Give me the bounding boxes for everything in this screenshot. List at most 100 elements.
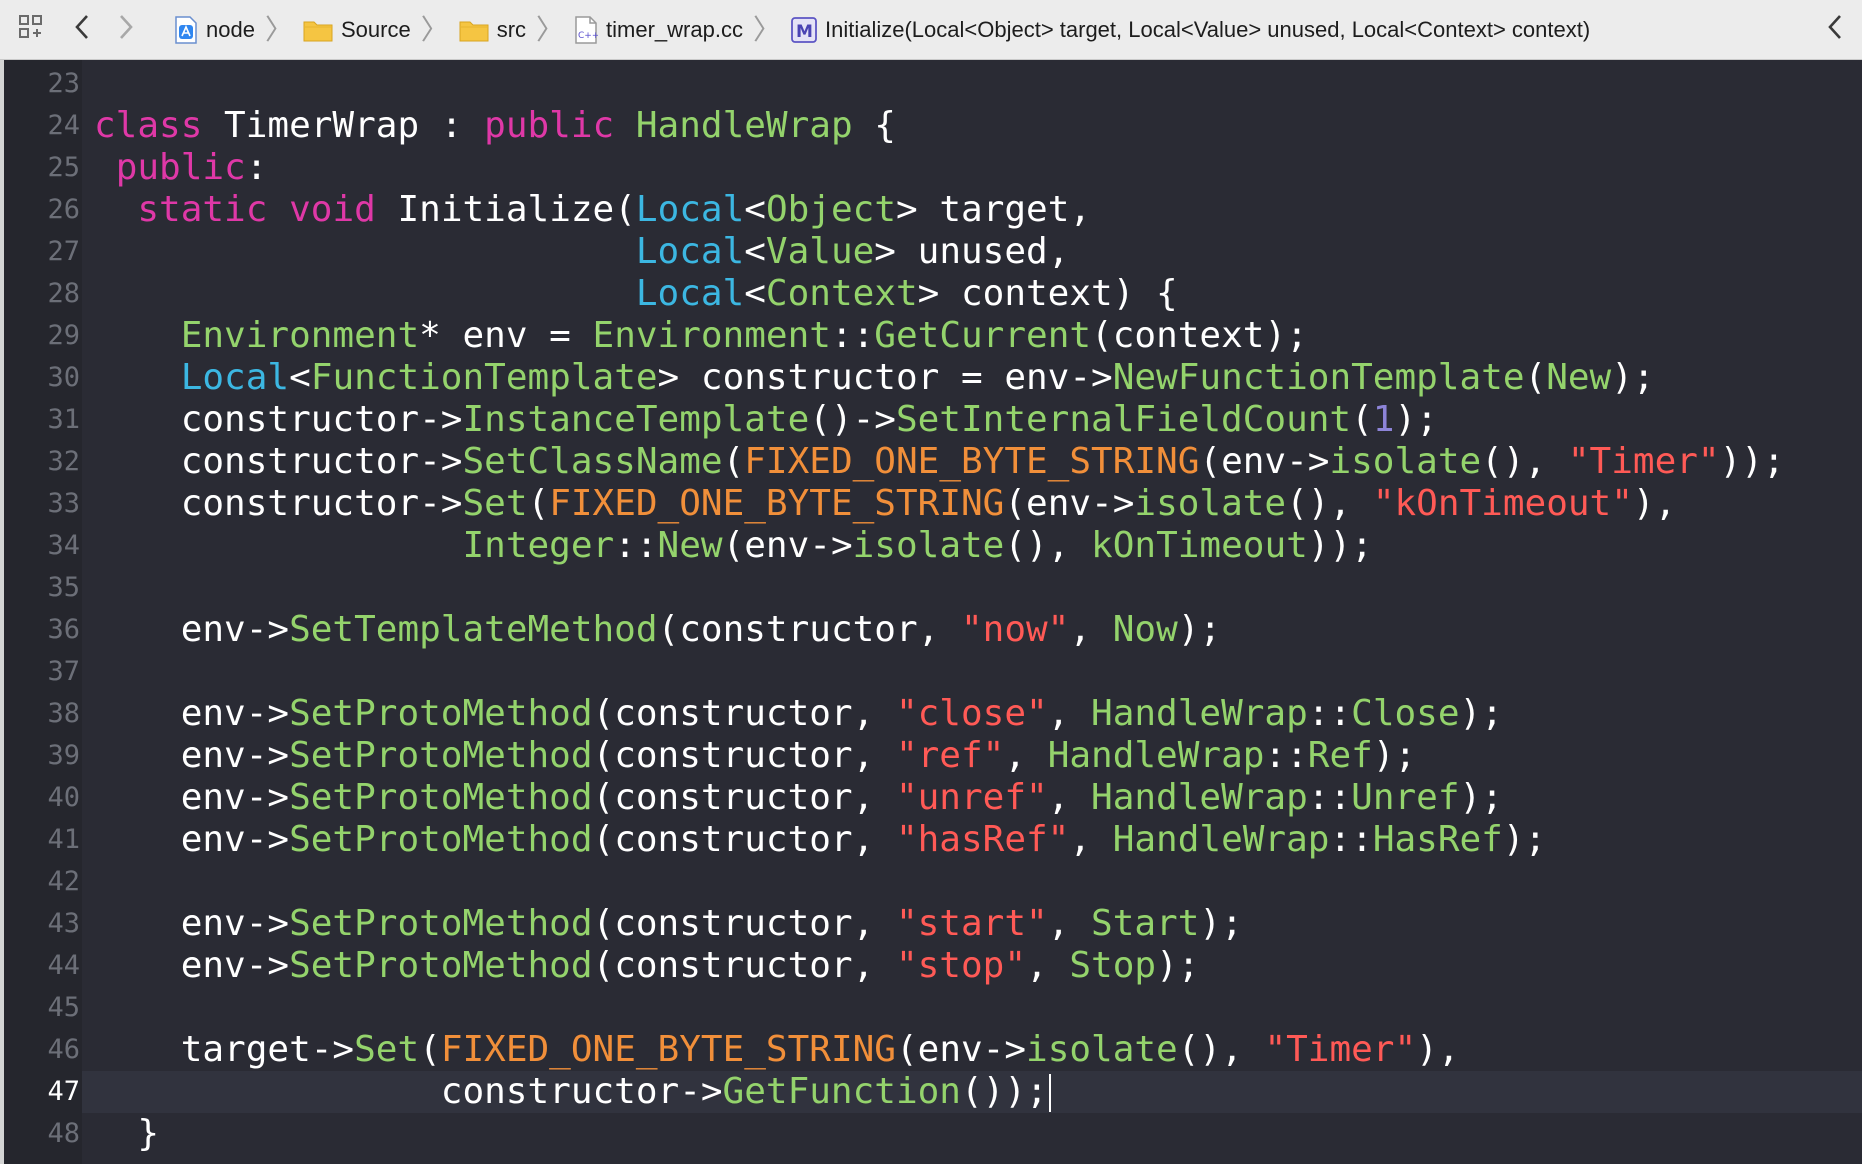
line-number[interactable]: 34 <box>4 525 80 567</box>
code-text: ( <box>1524 357 1547 398</box>
line-number[interactable]: 42 <box>4 861 80 903</box>
code-method: isolate <box>1134 483 1287 524</box>
code-builtin-type: Local <box>635 231 745 272</box>
code-line[interactable]: env->SetProtoMethod(constructor, "hasRef… <box>94 819 1547 861</box>
line-number[interactable]: 25 <box>4 147 80 189</box>
code-line[interactable]: env->SetTemplateMethod(constructor, "now… <box>94 609 1221 651</box>
code-text: (), <box>1004 525 1092 566</box>
code-line[interactable]: constructor->SetClassName(FIXED_ONE_BYTE… <box>94 441 1785 483</box>
code-text: :: <box>830 315 875 356</box>
code-line[interactable]: constructor->GetFunction()); <box>94 1071 1051 1113</box>
code-line[interactable]: } <box>94 1113 159 1155</box>
code-text: > context) { <box>917 273 1178 314</box>
code-line[interactable]: env->SetProtoMethod(constructor, "start"… <box>94 903 1243 945</box>
code-text: } <box>94 1113 160 1154</box>
line-number[interactable]: 48 <box>4 1113 80 1155</box>
svg-text:C++: C++ <box>578 31 598 41</box>
jump-bar-right-button[interactable] <box>1818 0 1852 60</box>
code-method: isolate <box>852 525 1005 566</box>
line-number[interactable]: 41 <box>4 819 80 861</box>
line-number[interactable]: 37 <box>4 651 80 693</box>
code-string: "Timer" <box>1264 1029 1417 1070</box>
code-line[interactable]: Local<Value> unused, <box>94 231 1070 273</box>
code-number: 1 <box>1372 399 1395 440</box>
code-method: Unref <box>1351 777 1460 818</box>
folder-icon <box>303 18 333 42</box>
code-line[interactable]: class TimerWrap : public HandleWrap { <box>94 105 896 147</box>
code-area[interactable]: class TimerWrap : public HandleWrap { pu… <box>94 60 1862 1164</box>
code-line[interactable]: Local<FunctionTemplate> constructor = en… <box>94 357 1655 399</box>
line-number[interactable]: 35 <box>4 567 80 609</box>
cpp-file-icon: C++ <box>574 15 598 44</box>
related-items-button[interactable] <box>2 0 60 60</box>
code-text: (), <box>1177 1029 1265 1070</box>
line-number[interactable]: 23 <box>4 63 80 105</box>
code-text: < <box>289 357 311 398</box>
line-number[interactable]: 33 <box>4 483 80 525</box>
code-line[interactable]: Environment* env = Environment::GetCurre… <box>94 315 1308 357</box>
code-line[interactable]: Local<Context> context) { <box>94 273 1178 315</box>
xcode-editor-window: node 〉 Source 〉 src 〉 C++ timer_wrap.cc … <box>0 0 1862 1164</box>
code-line[interactable]: constructor->InstanceTemplate()->SetInte… <box>94 399 1438 441</box>
code-type: Integer <box>462 525 615 566</box>
code-text: (env-> <box>895 1029 1027 1070</box>
code-line[interactable]: env->SetProtoMethod(constructor, "ref", … <box>94 735 1417 777</box>
breadcrumb-file[interactable]: C++ timer_wrap.cc <box>574 0 743 60</box>
code-string: "stop" <box>895 945 1026 986</box>
code-line[interactable]: env->SetProtoMethod(constructor, "stop",… <box>94 945 1200 987</box>
line-number[interactable]: 24 <box>4 105 80 147</box>
breadcrumb-method[interactable]: M Initialize(Local<Object> target, Local… <box>791 0 1590 60</box>
code-method: kOnTimeout <box>1091 525 1308 566</box>
line-number[interactable]: 43 <box>4 903 80 945</box>
line-number[interactable]: 31 <box>4 399 80 441</box>
code-line[interactable]: constructor->Set(FIXED_ONE_BYTE_STRING(e… <box>94 483 1677 525</box>
breadcrumb-src-folder[interactable]: src <box>459 0 526 60</box>
code-line[interactable]: public: <box>94 147 268 189</box>
breadcrumb-label: timer_wrap.cc <box>606 16 743 42</box>
breadcrumb-label: Initialize(Local<Object> target, Local<V… <box>824 16 1591 42</box>
code-text: :: <box>614 525 658 566</box>
line-number[interactable]: 26 <box>4 189 80 231</box>
line-number[interactable]: 40 <box>4 777 80 819</box>
code-line[interactable]: env->SetProtoMethod(constructor, "unref"… <box>94 777 1503 819</box>
code-text: env-> <box>94 777 290 818</box>
code-line[interactable]: env->SetProtoMethod(constructor, "close"… <box>94 693 1503 735</box>
line-number[interactable]: 47 <box>4 1071 80 1113</box>
code-method: SetProtoMethod <box>289 693 593 734</box>
code-string: "unref" <box>895 777 1048 818</box>
app-project-icon <box>174 15 198 44</box>
back-button[interactable] <box>60 0 104 60</box>
code-line[interactable]: Integer::New(env->isolate(), kOnTimeout)… <box>94 525 1372 567</box>
line-number[interactable]: 46 <box>4 1029 80 1071</box>
line-number[interactable]: 38 <box>4 693 80 735</box>
code-text: ()-> <box>809 399 896 440</box>
code-text: (constructor, <box>592 945 896 986</box>
forward-button[interactable] <box>104 0 148 60</box>
line-number[interactable]: 39 <box>4 735 80 777</box>
code-text: ); <box>1611 357 1655 398</box>
code-method: SetProtoMethod <box>289 903 593 944</box>
line-number[interactable]: 45 <box>4 987 80 1029</box>
code-line[interactable]: target->Set(FIXED_ONE_BYTE_STRING(env->i… <box>94 1029 1460 1071</box>
code-text: env-> <box>94 945 290 986</box>
code-string: "ref" <box>895 735 1005 776</box>
code-keyword: static <box>137 189 268 230</box>
code-type: Environment <box>592 315 831 356</box>
line-number[interactable]: 28 <box>4 273 80 315</box>
code-line[interactable]: static void Initialize(Local<Object> tar… <box>94 189 1091 231</box>
line-number[interactable]: 32 <box>4 441 80 483</box>
code-editor[interactable]: 23 24 25 26 27 28 29 30 31 32 33 34 35 36 37 38 39 40 41 42… <box>0 60 1862 1164</box>
line-number[interactable]: 44 <box>4 945 80 987</box>
line-number[interactable]: 27 <box>4 231 80 273</box>
line-number[interactable]: 29 <box>4 315 80 357</box>
code-type: HandleWrap <box>1047 735 1265 776</box>
code-text: env-> <box>94 609 290 650</box>
code-method: SetProtoMethod <box>289 819 593 860</box>
breadcrumb-source-folder[interactable]: Source <box>303 0 411 60</box>
line-number[interactable]: 30 <box>4 357 80 399</box>
breadcrumb-project[interactable]: node <box>174 0 255 60</box>
line-number[interactable]: 36 <box>4 609 80 651</box>
code-text: , <box>1026 945 1070 986</box>
